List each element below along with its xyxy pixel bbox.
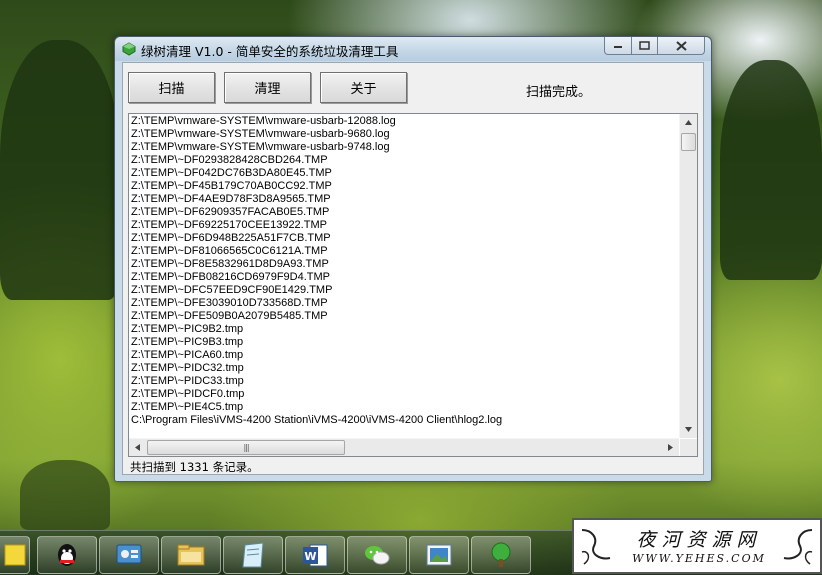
minimize-button[interactable] (604, 37, 632, 55)
list-item[interactable]: Z:\TEMP\~DF8E5832961D8D9A93.TMP (131, 258, 679, 271)
window-controls (604, 37, 705, 55)
list-item[interactable]: Z:\TEMP\~PIE4C5.tmp (131, 401, 679, 414)
control-panel-icon (116, 544, 142, 564)
close-button[interactable] (658, 37, 705, 55)
list-item[interactable]: Z:\TEMP\~DF0293828428CBD264.TMP (131, 154, 679, 167)
list-item[interactable]: Z:\TEMP\~PIDC33.tmp (131, 375, 679, 388)
word-icon: W (303, 544, 328, 567)
taskbar-qq[interactable] (37, 536, 97, 574)
about-button[interactable]: 关于 (320, 72, 407, 103)
wallpaper-forest-right (720, 60, 822, 280)
list-item[interactable]: Z:\TEMP\~DF4AE9D78F3D8A9565.TMP (131, 193, 679, 206)
scan-summary: 共扫描到 1331 条记录。 (130, 460, 259, 474)
list-item[interactable]: Z:\TEMP\~DF45B179C70AB0CC92.TMP (131, 180, 679, 193)
wallpaper-tree-bottom (20, 460, 110, 530)
grip-icon: ||| (243, 442, 249, 452)
scan-button[interactable]: 扫描 (128, 72, 215, 103)
scroll-up-button[interactable] (680, 114, 697, 131)
taskbar-control-panel[interactable] (99, 536, 159, 574)
taskbar-word[interactable]: W (285, 536, 345, 574)
watermark-title: 夜河资源网 (636, 529, 762, 551)
arrow-up-icon (685, 120, 692, 125)
watermark-url: WWW.YEHES.COM (632, 552, 766, 565)
list-item[interactable]: Z:\TEMP\~DFE3039010D733568D.TMP (131, 297, 679, 310)
vertical-scroll-thumb[interactable] (681, 133, 696, 151)
svg-text:W: W (304, 550, 316, 563)
app-window: 绿树清理 V1.0 - 简单安全的系统垃圾清理工具 扫描 清理 关于 扫描完成。… (114, 36, 712, 482)
horizontal-scroll-thumb[interactable]: ||| (147, 440, 345, 455)
arrow-right-icon (668, 444, 673, 451)
list-item[interactable]: C:\Program Files\iVMS-4200 Station\iVMS-… (131, 414, 679, 427)
window-title: 绿树清理 V1.0 - 简单安全的系统垃圾清理工具 (141, 44, 399, 59)
scroll-down-button[interactable] (680, 421, 697, 438)
taskbar-notepad[interactable] (223, 536, 283, 574)
list-item[interactable]: Z:\TEMP\vmware-SYSTEM\vmware-usbarb-9680… (131, 128, 679, 141)
wechat-icon (365, 546, 390, 565)
wallpaper-forest-left (0, 40, 120, 300)
title-bar[interactable]: 绿树清理 V1.0 - 简单安全的系统垃圾清理工具 (115, 37, 711, 61)
list-item[interactable]: Z:\TEMP\~PIDC32.tmp (131, 362, 679, 375)
green-tree-icon (491, 542, 511, 567)
list-item[interactable]: Z:\TEMP\~DF6D948B225A51F7CB.TMP (131, 232, 679, 245)
file-listbox[interactable]: Z:\TEMP\vmware-SYSTEM\vmware-usbarb-1208… (128, 113, 698, 457)
list-item[interactable]: Z:\TEMP\vmware-SYSTEM\vmware-usbarb-1208… (131, 115, 679, 128)
list-item[interactable]: Z:\TEMP\~DF042DC76B3DA80E45.TMP (131, 167, 679, 180)
photo-viewer-icon (426, 544, 452, 566)
arrow-down-icon (685, 427, 692, 432)
taskbar-green-tree[interactable] (471, 536, 531, 574)
clean-button[interactable]: 清理 (224, 72, 311, 103)
list-item[interactable]: Z:\TEMP\~PICA60.tmp (131, 349, 679, 362)
list-item[interactable]: Z:\TEMP\~PIC9B2.tmp (131, 323, 679, 336)
status-label: 扫描完成。 (526, 85, 592, 100)
tree-app-icon (122, 42, 136, 56)
close-icon (675, 40, 687, 51)
horizontal-scrollbar[interactable]: ||| (129, 438, 679, 456)
scrollbar-corner (680, 439, 697, 456)
list-item[interactable]: Z:\TEMP\~DF62909357FACAB0E5.TMP (131, 206, 679, 219)
maximize-icon (639, 41, 650, 50)
list-item[interactable]: Z:\TEMP\~PIC9B3.tmp (131, 336, 679, 349)
ornament-left-icon (581, 529, 611, 565)
maximize-button[interactable] (632, 37, 658, 55)
list-item[interactable]: Z:\TEMP\~DFC57EED9CF90E1429.TMP (131, 284, 679, 297)
scroll-right-button[interactable] (662, 439, 679, 456)
taskbar-wechat[interactable] (347, 536, 407, 574)
list-item[interactable]: Z:\TEMP\~PIDCF0.tmp (131, 388, 679, 401)
taskbar-photo-viewer[interactable] (409, 536, 469, 574)
list-item[interactable]: Z:\TEMP\vmware-SYSTEM\vmware-usbarb-9748… (131, 141, 679, 154)
vertical-scrollbar[interactable] (679, 114, 697, 438)
client-area: 扫描 清理 关于 扫描完成。 Z:\TEMP\vmware-SYSTEM\vmw… (122, 62, 704, 475)
file-list: Z:\TEMP\vmware-SYSTEM\vmware-usbarb-1208… (131, 115, 679, 437)
taskbar-file-explorer[interactable] (161, 536, 221, 574)
arrow-left-icon (135, 444, 140, 451)
notepad-icon (242, 542, 264, 568)
sticky-notes-icon (4, 544, 26, 566)
scroll-left-button[interactable] (129, 439, 146, 456)
taskbar-sticky-notes[interactable] (0, 536, 30, 574)
file-explorer-icon (177, 544, 205, 566)
list-item[interactable]: Z:\TEMP\~DFB08216CD6979F9D4.TMP (131, 271, 679, 284)
minimize-icon (614, 45, 622, 48)
ornament-right-icon (783, 529, 813, 565)
list-item[interactable]: Z:\TEMP\~DF69225170CEE13922.TMP (131, 219, 679, 232)
list-item[interactable]: Z:\TEMP\~DFE509B0A2079B5485.TMP (131, 310, 679, 323)
list-item[interactable]: Z:\TEMP\~DF81066565C0C6121A.TMP (131, 245, 679, 258)
site-watermark: 夜河资源网 WWW.YEHES.COM (572, 518, 822, 574)
qq-icon (58, 544, 76, 566)
